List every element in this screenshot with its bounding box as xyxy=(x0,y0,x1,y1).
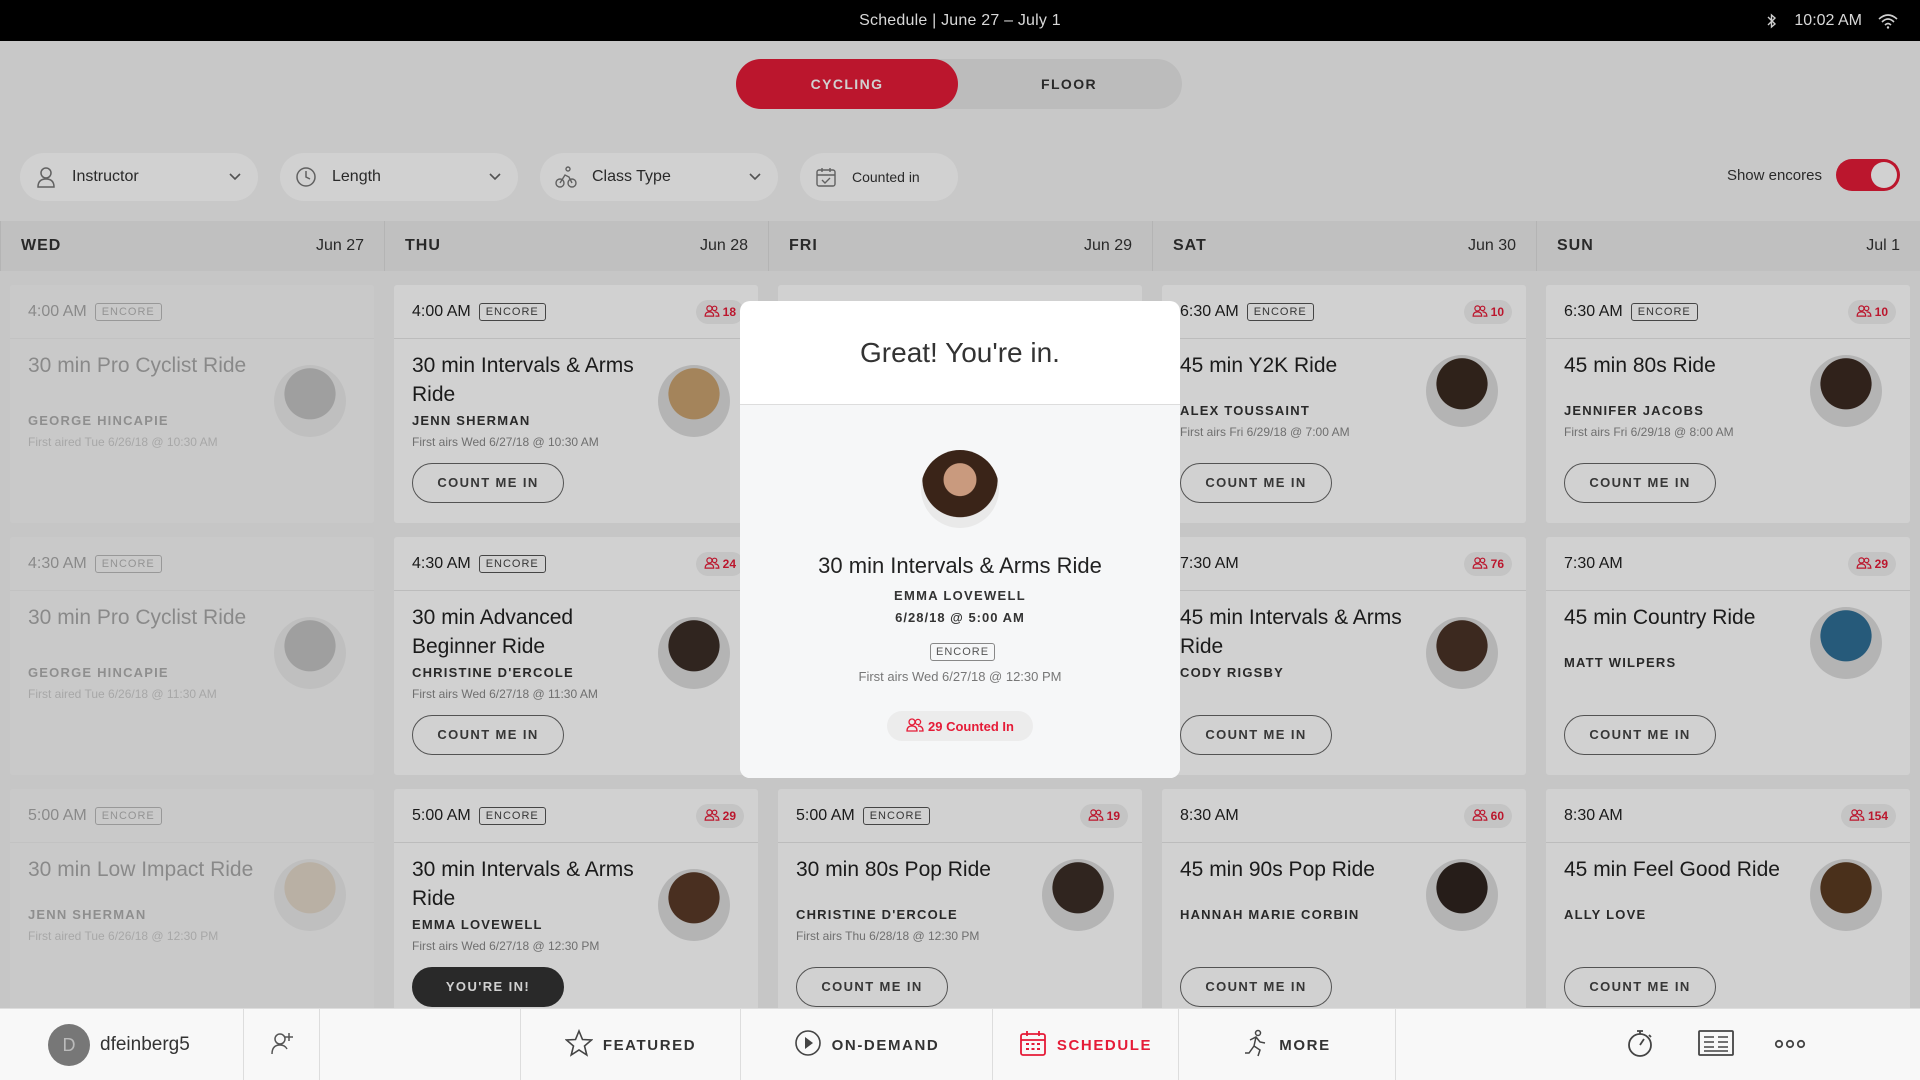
ellipsis-icon xyxy=(1774,1036,1806,1054)
nav-featured-label: FEATURED xyxy=(602,1036,697,1054)
nav-on-demand[interactable]: ON-DEMAND xyxy=(740,1009,992,1080)
user-profile[interactable]: D dfeinberg5 xyxy=(0,1009,244,1080)
more-options-button[interactable] xyxy=(1760,1009,1820,1080)
nav-schedule-label: SCHEDULE xyxy=(1056,1036,1153,1054)
dialog-heading: Great! You're in. xyxy=(740,301,1180,405)
counted-in-text: 29 Counted In xyxy=(928,718,1014,734)
status-bar: Schedule | June 27 – July 1 10:02 AM xyxy=(0,0,1920,41)
wifi-icon xyxy=(1878,13,1898,29)
people-icon xyxy=(906,717,924,735)
dialog-class-title: 30 min Intervals & Arms Ride xyxy=(818,553,1102,578)
counted-in-badge: 29 Counted In xyxy=(887,711,1033,741)
nav-featured[interactable]: FEATURED xyxy=(520,1009,740,1080)
bottom-nav: D dfeinberg5 FEATURED ON-DEMAND SCHEDULE… xyxy=(0,1008,1920,1080)
newspaper-icon xyxy=(1698,1029,1734,1062)
instructor-avatar xyxy=(921,450,999,528)
avatar: D xyxy=(48,1024,90,1066)
add-friend-button[interactable] xyxy=(244,1009,320,1080)
nav-more[interactable]: MORE xyxy=(1178,1009,1396,1080)
play-icon xyxy=(794,1029,822,1061)
clock: 10:02 AM xyxy=(1794,11,1862,29)
add-user-icon xyxy=(269,1030,295,1061)
bluetooth-icon xyxy=(1766,12,1778,29)
status-bar-title: Schedule | June 27 – July 1 xyxy=(859,12,1061,29)
star-icon xyxy=(564,1028,594,1061)
nav-on-demand-label: ON-DEMAND xyxy=(831,1036,940,1054)
runner-icon xyxy=(1243,1029,1269,1061)
confirmation-dialog: Great! You're in. 30 min Intervals & Arm… xyxy=(740,301,1180,778)
nav-more-label: MORE xyxy=(1279,1036,1331,1054)
dialog-first-airs: First airs Wed 6/27/18 @ 12:30 PM xyxy=(858,669,1062,684)
stopwatch-icon xyxy=(1625,1028,1655,1063)
nav-schedule[interactable]: SCHEDULE xyxy=(992,1009,1178,1080)
dialog-datetime: 6/28/18 @ 5:00 AM xyxy=(895,610,1025,625)
calendar-icon xyxy=(1019,1029,1047,1061)
encore-badge: ENCORE xyxy=(930,643,996,661)
metrics-button[interactable] xyxy=(1686,1009,1746,1080)
timer-button[interactable] xyxy=(1610,1009,1670,1080)
dialog-instructor: EMMA LOVEWELL xyxy=(894,588,1026,603)
username: dfeinberg5 xyxy=(100,1034,190,1055)
